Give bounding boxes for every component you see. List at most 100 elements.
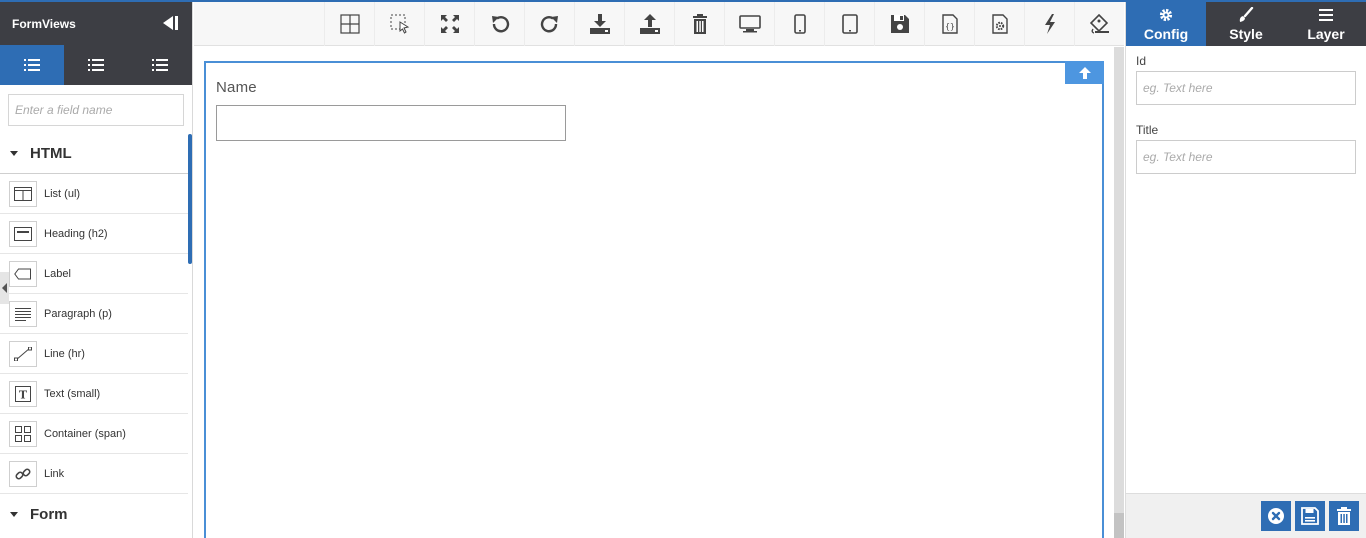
mobile-icon <box>793 14 806 34</box>
mobile-view-button[interactable] <box>774 2 824 46</box>
export-icon <box>639 14 660 34</box>
block-item-label: Line (hr) <box>44 347 85 360</box>
block-item-container[interactable]: Container (span) <box>0 414 188 454</box>
panel-footer <box>1126 493 1366 538</box>
block-item-label: Paragraph (p) <box>44 307 112 320</box>
close-button[interactable] <box>1261 501 1291 531</box>
desktop-icon <box>738 15 761 33</box>
tab-list-view-2[interactable] <box>64 45 128 85</box>
lightning-icon <box>1044 14 1055 34</box>
block-item-label[interactable]: Label <box>0 254 188 294</box>
category-form[interactable]: Form <box>0 494 192 534</box>
tab-config[interactable]: Config <box>1126 2 1206 46</box>
undo-icon <box>491 16 509 33</box>
list-icon <box>88 59 104 71</box>
tab-label: Config <box>1143 26 1189 42</box>
selected-wrapper-frame[interactable]: Name <box>204 61 1104 538</box>
paint-button[interactable] <box>1074 2 1124 46</box>
svg-text:{}: {} <box>945 22 955 31</box>
block-item-list[interactable]: List (ul) <box>0 174 188 214</box>
category-label: Form <box>30 505 68 523</box>
form-field-input[interactable] <box>216 105 566 141</box>
collapse-sidebar-icon[interactable] <box>162 15 178 31</box>
sidebar-scrollbar[interactable] <box>188 134 192 264</box>
settings-file-icon <box>991 14 1008 34</box>
toggle-grid-button[interactable] <box>324 2 374 46</box>
canvas-scrollbar[interactable] <box>1114 47 1124 538</box>
view-code-button[interactable]: {} <box>924 2 974 46</box>
brand-header: FormViews <box>0 2 192 45</box>
list-icon <box>152 59 168 71</box>
import-icon <box>589 14 610 34</box>
grid-icon <box>339 14 360 34</box>
svg-text:T: T <box>19 388 28 401</box>
block-item-label: Link <box>44 467 65 480</box>
block-item-label: Text (small) <box>44 387 101 400</box>
form-field-label: Name <box>216 79 257 96</box>
redo-button[interactable] <box>524 2 574 46</box>
brush-icon <box>1238 6 1254 24</box>
list-layout-icon <box>9 180 37 207</box>
select-icon <box>390 14 409 34</box>
tag-icon <box>9 260 37 287</box>
block-view-tabs <box>0 45 192 85</box>
config-panel-body: Id Title <box>1126 46 1366 493</box>
block-item-line[interactable]: Line (hr) <box>0 334 188 374</box>
desktop-view-button[interactable] <box>724 2 774 46</box>
code-icon: {} <box>941 14 958 34</box>
clear-canvas-button[interactable] <box>674 2 724 46</box>
settings-file-button[interactable] <box>974 2 1024 46</box>
close-circle-icon <box>1268 508 1284 524</box>
heading-icon <box>9 220 37 247</box>
gear-icon <box>1159 6 1173 24</box>
link-icon <box>9 460 37 487</box>
container-icon <box>9 420 37 447</box>
list-icon <box>24 59 40 71</box>
save-icon <box>890 15 909 33</box>
tablet-icon <box>841 14 858 34</box>
block-item-label: Heading (h2) <box>44 227 108 240</box>
text-icon: T <box>9 380 37 407</box>
arrow-up-icon <box>1078 66 1091 79</box>
import-button[interactable] <box>574 2 624 46</box>
select-element-button[interactable] <box>374 2 424 46</box>
field-search-input[interactable] <box>9 95 183 125</box>
canvas-scrollbar-thumb[interactable] <box>1114 513 1124 538</box>
undo-button[interactable] <box>474 2 524 46</box>
save-button[interactable] <box>1295 501 1325 531</box>
trash-icon <box>1337 507 1351 525</box>
quick-action-button[interactable] <box>1024 2 1074 46</box>
export-button[interactable] <box>624 2 674 46</box>
id-field <box>1136 71 1356 105</box>
category-html[interactable]: HTML <box>0 134 188 174</box>
tablet-view-button[interactable] <box>824 2 874 46</box>
editor-toolbar: {} <box>194 2 1124 46</box>
tab-list-view-1[interactable] <box>0 45 64 85</box>
line-icon <box>9 340 37 367</box>
left-sidebar: FormViews HTML List (ul) <box>0 2 193 538</box>
tab-label: Layer <box>1307 26 1345 42</box>
fullscreen-button[interactable] <box>424 2 474 46</box>
save-template-button[interactable] <box>874 2 924 46</box>
id-field-label: Id <box>1136 54 1147 68</box>
block-item-heading[interactable]: Heading (h2) <box>0 214 188 254</box>
block-item-label: Label <box>44 267 71 280</box>
block-item-link[interactable]: Link <box>0 454 188 494</box>
id-input[interactable] <box>1137 72 1355 104</box>
delete-button[interactable] <box>1329 501 1359 531</box>
fullscreen-icon <box>440 15 459 33</box>
trash-icon <box>692 14 707 34</box>
block-item-paragraph[interactable]: Paragraph (p) <box>0 294 188 334</box>
sidebar-drag-handle[interactable] <box>0 272 9 304</box>
block-item-label: List (ul) <box>44 187 81 200</box>
tab-layer[interactable]: Layer <box>1286 2 1366 46</box>
caret-left-icon <box>1 283 7 293</box>
menu-icon <box>1319 6 1333 24</box>
right-panel: Config Style Layer Id Title <box>1125 2 1366 538</box>
tab-list-view-3[interactable] <box>128 45 192 85</box>
select-parent-button[interactable] <box>1065 61 1104 84</box>
title-input[interactable] <box>1137 141 1355 173</box>
tab-style[interactable]: Style <box>1206 2 1286 46</box>
block-item-text[interactable]: T Text (small) <box>0 374 188 414</box>
editor-canvas[interactable]: Name <box>194 47 1114 538</box>
